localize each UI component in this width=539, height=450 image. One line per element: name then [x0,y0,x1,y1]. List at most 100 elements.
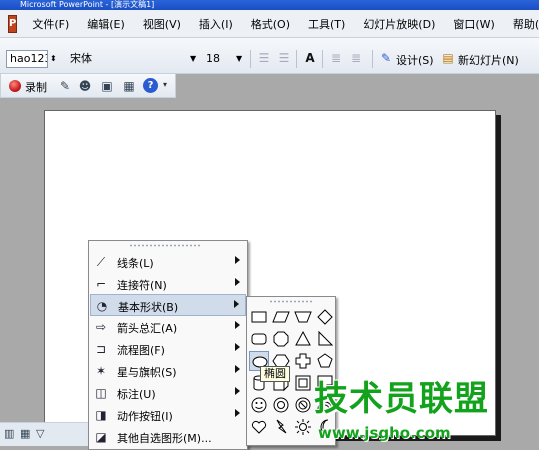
record-icon[interactable] [9,80,21,92]
decrease-indent-icon[interactable]: ≣ [328,50,344,66]
octagon-icon[interactable] [271,329,291,349]
separator [250,50,251,68]
autoshapes-menu: ⟋ 线条(L) ⌐ 连接符(N) ◔ 基本形状(B) ⇨ 箭头总汇(A) ⊐ 流… [88,240,248,450]
new-slide-button[interactable]: 新幻灯片(N) [458,52,519,68]
new-slide-icon[interactable]: ▤ [440,50,456,66]
menu-item-action-buttons[interactable]: ◨ 动作按钮(I) [90,404,246,426]
increase-font-icon[interactable]: A [302,50,318,66]
submenu-arrow-icon [234,300,239,308]
cross-icon[interactable] [293,351,313,371]
trapezoid-icon[interactable] [293,307,313,327]
submenu-arrow-icon [235,256,240,264]
view-bar: ▥ ▦ ▽ [0,422,92,446]
rounded-rectangle-icon[interactable] [249,329,269,349]
more-autoshapes-icon: ◪ [95,430,107,444]
action-buttons-icon: ◨ [95,408,107,422]
formatting-toolbar: hao123 ⬍ 宋体 ▼ 18 ▼ ☰ ☰ A ≣ ≣ ✎ 设计(S) ▤ 新… [0,38,539,74]
menu-view[interactable]: 视图(V) [134,16,190,32]
menu-item-label: 基本形状(B) [118,301,179,314]
pentagon-icon[interactable] [315,351,335,371]
menu-window[interactable]: 窗口(W) [444,16,503,32]
menu-slideshow[interactable]: 幻灯片放映(D) [354,16,444,32]
submenu-arrow-icon [235,278,240,286]
printer-icon[interactable]: ▦ [121,78,137,94]
flowchart-icon: ⊐ [95,342,107,356]
block-arrows-icon: ⇨ [95,320,107,334]
callouts-icon: ◫ [95,386,107,400]
watermark-title: 技术员联盟 [314,379,489,419]
normal-view-icon[interactable]: ▥ [4,427,14,440]
help-icon[interactable]: ? [143,78,158,93]
reviewer-icon[interactable]: ☻ [77,78,93,94]
sun-icon[interactable] [293,417,313,437]
watermark-url: www.jsgho.com [318,424,451,442]
presentation-icon[interactable]: ▣ [99,78,115,94]
menu-help[interactable]: 帮助(H) [504,16,539,32]
heart-icon[interactable] [249,417,269,437]
menu-item-label: 箭头总汇(A) [117,322,178,335]
right-triangle-icon[interactable] [315,329,335,349]
menu-item-connectors[interactable]: ⌐ 连接符(N) [90,273,246,295]
menu-item-label: 星与旗帜(S) [117,366,177,379]
donut-icon[interactable] [271,395,291,415]
menu-format[interactable]: 格式(O) [242,16,299,32]
menu-item-label: 线条(L) [117,257,154,270]
palette-grip[interactable] [269,300,313,303]
menu-item-label: 动作按钮(I) [117,410,173,423]
menu-item-callouts[interactable]: ◫ 标注(U) [90,382,246,404]
menu-edit[interactable]: 编辑(E) [78,16,134,32]
menu-item-stars-banners[interactable]: ✶ 星与旗帜(S) [90,360,246,382]
connector-icon: ⌐ [95,277,107,291]
lines-icon: ⟋ [96,255,106,269]
menu-item-label: 连接符(N) [117,279,167,292]
menu-item-basic-shapes[interactable]: ◔ 基本形状(B) [90,294,246,316]
macro-icon[interactable]: ✎ [57,78,73,94]
increase-indent-icon[interactable]: ≣ [348,50,364,66]
menu-item-label: 流程图(F) [117,344,165,357]
menu-insert[interactable]: 插入(I) [190,16,242,32]
no-symbol-icon[interactable] [293,395,313,415]
submenu-arrow-icon [235,365,240,373]
font-name-box[interactable]: 宋体 [66,50,202,68]
separator [322,50,323,68]
slideshow-view-icon[interactable]: ▽ [36,427,44,440]
numbering-icon[interactable]: ☰ [256,50,272,66]
menu-item-more-autoshapes[interactable]: ◪ 其他自选图形(M)... [90,426,246,448]
bullets-icon[interactable]: ☰ [276,50,292,66]
toolbar-options-icon[interactable]: ▾ [163,80,167,89]
smiley-face-icon[interactable] [249,395,269,415]
submenu-arrow-icon [235,409,240,417]
style-box[interactable]: hao123 [6,50,48,68]
bevel-icon[interactable] [293,373,313,393]
menu-item-lines[interactable]: ⟋ 线条(L) [90,251,246,273]
record-button[interactable]: 录制 [25,79,47,95]
menu-item-label: 标注(U) [117,388,156,401]
font-name-dropdown-icon[interactable]: ▼ [190,50,196,68]
style-spinner-icon[interactable]: ⬍ [50,50,57,68]
menu-file[interactable]: 文件(F) [23,16,78,32]
font-size-dropdown-icon[interactable]: ▼ [236,50,242,68]
separator [372,50,373,68]
menu-grip[interactable] [129,244,201,247]
basic-shapes-icon: ◔ [96,299,108,313]
powerpoint-app-icon[interactable]: P [8,14,18,33]
lightning-bolt-icon[interactable] [271,417,291,437]
web-toolbar: 录制 ✎ ☻ ▣ ▦ ? ▾ [0,74,176,98]
design-button[interactable]: 设计(S) [396,52,434,68]
menu-tools[interactable]: 工具(T) [299,16,354,32]
isosceles-triangle-icon[interactable] [293,329,313,349]
parallelogram-icon[interactable] [271,307,291,327]
separator [296,50,297,68]
menu-item-block-arrows[interactable]: ⇨ 箭头总汇(A) [90,316,246,338]
design-icon[interactable]: ✎ [378,50,394,66]
window-title: Microsoft PowerPoint - [演示文稿1] [20,0,155,9]
rectangle-icon[interactable] [249,307,269,327]
submenu-arrow-icon [235,321,240,329]
menu-item-flowchart[interactable]: ⊐ 流程图(F) [90,338,246,360]
title-bar: Microsoft PowerPoint - [演示文稿1] [0,0,539,10]
menu-item-label: 其他自选图形(M)... [117,432,212,445]
diamond-icon[interactable] [315,307,335,327]
slide-sorter-icon[interactable]: ▦ [20,427,30,440]
submenu-arrow-icon [235,387,240,395]
menu-bar: P 文件(F) 编辑(E) 视图(V) 插入(I) 格式(O) 工具(T) 幻灯… [0,10,539,38]
